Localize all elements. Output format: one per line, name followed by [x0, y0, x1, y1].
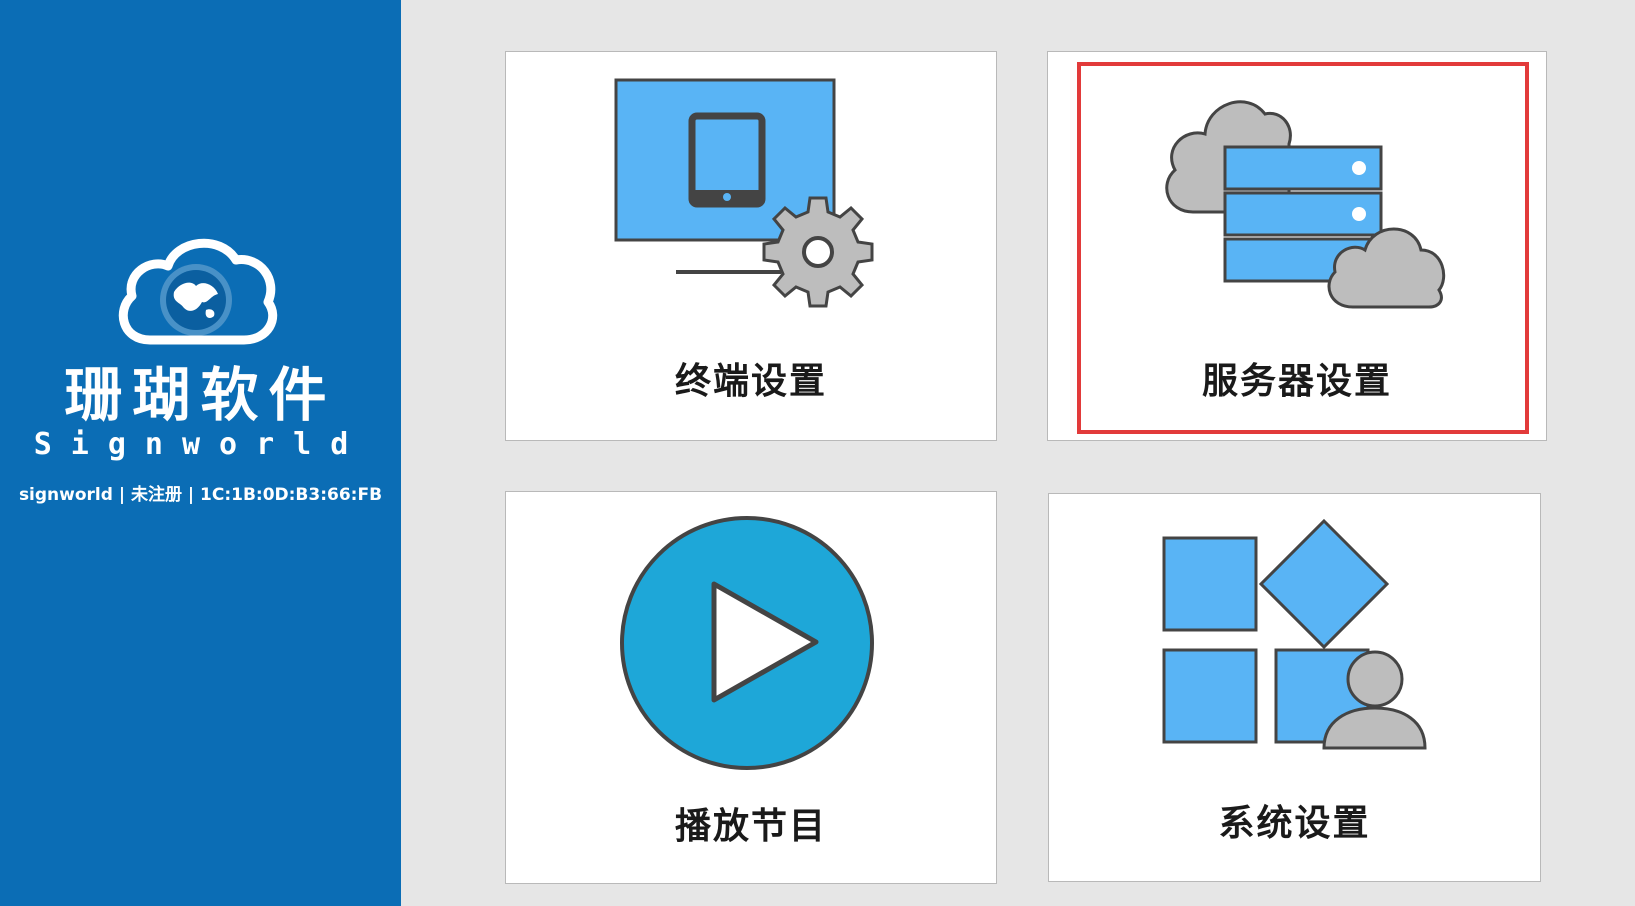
- tile-label: 终端设置: [674, 361, 827, 402]
- brand-name-en: Signworld: [33, 427, 368, 462]
- play-circle-icon: [620, 516, 874, 770]
- cloud-globe-icon: [118, 238, 278, 345]
- tile-server-settings[interactable]: 服务器设置: [1047, 51, 1547, 441]
- tile-play-program[interactable]: 播放节目: [505, 491, 997, 884]
- tile-label: 系统设置: [1218, 803, 1371, 844]
- tile-label: 播放节目: [674, 806, 827, 847]
- server-cloud-icon: [1165, 100, 1446, 309]
- brand-logo: 珊瑚软件 Signworld: [0, 230, 401, 470]
- monitor-tablet-gear-icon: [614, 78, 874, 308]
- brand-name-cn: 珊瑚软件: [64, 361, 337, 429]
- app-grid-user-icon: [1162, 518, 1427, 750]
- tile-label: 服务器设置: [1201, 361, 1392, 402]
- tile-terminal-settings[interactable]: 终端设置: [505, 51, 997, 441]
- sidebar: 珊瑚软件 Signworld signworld | 未注册 | 1C:1B:0…: [0, 0, 401, 906]
- tile-system-settings[interactable]: 系统设置: [1048, 493, 1541, 882]
- device-status-line: signworld | 未注册 | 1C:1B:0D:B3:66:FB: [18, 485, 383, 505]
